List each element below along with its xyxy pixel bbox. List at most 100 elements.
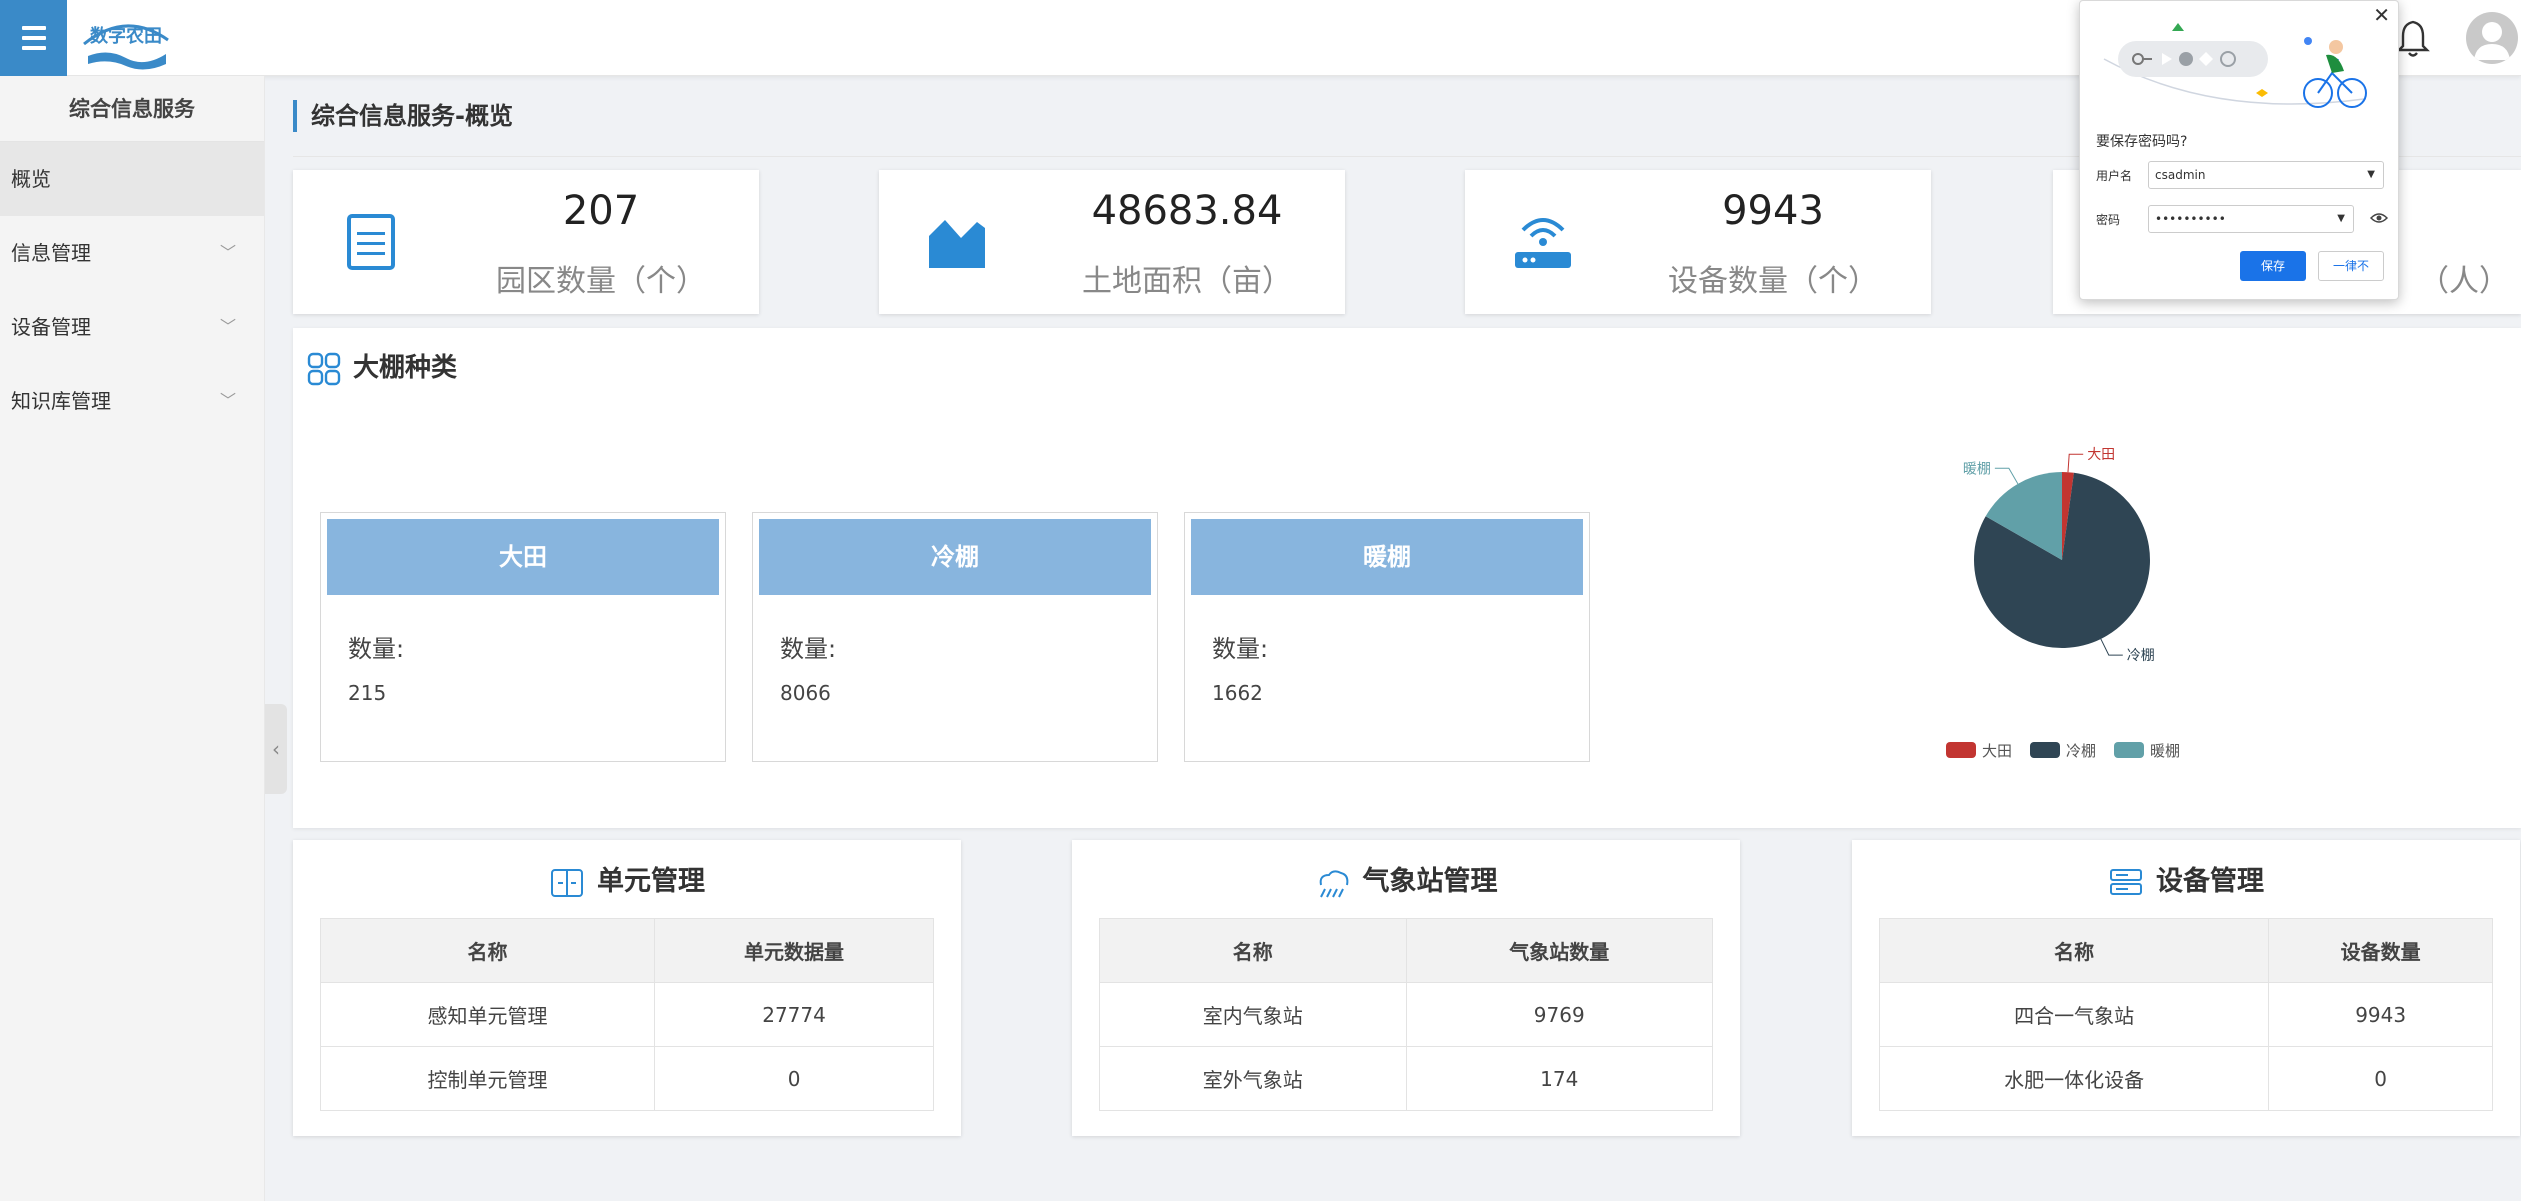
greenhouse-card-nuanpeng: 暖棚 数量: 1662 <box>1184 512 1590 762</box>
device-management-panel: 设备管理 名称 设备数量 四合一气象站 9943 水肥一体化设备 0 <box>1852 840 2520 1136</box>
quantity-label: 数量: <box>348 635 405 663</box>
legend-swatch <box>2114 742 2145 758</box>
table-row: 感知单元管理 27774 <box>319 982 934 1047</box>
unit-table: 名称 单元数据量 感知单元管理 27774 控制单元管理 0 <box>319 918 934 1111</box>
panel-title-text: 气象站管理 <box>1362 866 1498 897</box>
stat-label: 土地面积（亩） <box>1082 264 1292 299</box>
table-row: 控制单元管理 0 <box>319 1046 934 1111</box>
stat-label: 设备数量（个） <box>1668 264 1878 299</box>
table-cell: 感知单元管理 <box>319 982 656 1047</box>
table-cell: 174 <box>1405 1046 1713 1111</box>
user-avatar-icon[interactable] <box>2466 12 2518 64</box>
chart-legend: 大田 冷棚 暖棚 <box>1946 740 2192 760</box>
table-cell: 27774 <box>654 982 934 1047</box>
logo-text: 数字农田 <box>90 25 162 47</box>
dropdown-arrow-icon: ▼ <box>2367 169 2375 180</box>
server-list-icon <box>347 214 395 270</box>
area-chart-icon <box>929 220 985 268</box>
device-icon <box>2110 868 2142 895</box>
chevron-down-icon: ﹀ <box>219 317 236 336</box>
password-label: 密码 <box>2096 213 2121 227</box>
quantity-value: 1662 <box>1212 681 1263 705</box>
table-header-row: 名称 单元数据量 <box>319 918 934 983</box>
password-field[interactable]: •••••••••• ▼ <box>2148 205 2354 233</box>
table-header-cell: 单元数据量 <box>654 918 934 983</box>
table-row: 水肥一体化设备 0 <box>1878 1046 2493 1111</box>
greenhouse-card-header: 暖棚 <box>1191 519 1583 595</box>
sidebar-item-device-management[interactable]: 设备管理 ﹀ <box>0 290 264 364</box>
never-button[interactable]: 一律不 <box>2318 251 2384 281</box>
sidebar-item-knowledge-base[interactable]: 知识库管理 ﹀ <box>0 364 264 438</box>
sidebar-collapse-toggle[interactable]: ‹ <box>265 704 287 794</box>
table-cell: 9943 <box>2268 982 2493 1047</box>
page-title: 综合信息服务-概览 <box>293 100 513 132</box>
eye-icon[interactable] <box>2370 211 2388 225</box>
weather-station-table: 名称 气象站数量 室内气象站 9769 室外气象站 174 <box>1099 918 1713 1111</box>
table-header-cell: 设备数量 <box>2268 918 2493 983</box>
pie-label-line <box>2067 453 2084 473</box>
router-wifi-icon <box>1515 218 1571 268</box>
legend-item[interactable]: 大田 <box>1946 740 2012 761</box>
table-cell: 室外气象站 <box>1099 1046 1407 1111</box>
stat-card-parks: 207 园区数量（个） <box>293 170 759 314</box>
table-row: 室外气象站 174 <box>1099 1046 1713 1111</box>
password-value: •••••••••• <box>2155 212 2226 226</box>
sidebar-item-label: 设备管理 <box>11 315 91 339</box>
save-button[interactable]: 保存 <box>2240 251 2306 281</box>
quantity-value: 215 <box>348 681 387 705</box>
sidebar-item-label: 信息管理 <box>11 241 91 265</box>
pie-label: 暖棚 <box>1963 461 1991 477</box>
legend-item[interactable]: 暖棚 <box>2114 740 2180 761</box>
sidebar-item-label: 知识库管理 <box>11 389 111 413</box>
table-cell: 水肥一体化设备 <box>1878 1046 2270 1111</box>
quantity-value: 8066 <box>780 681 831 705</box>
greenhouse-card-datian: 大田 数量: 215 <box>320 512 726 762</box>
close-icon[interactable]: ✕ <box>2373 3 2390 27</box>
table-row: 室内气象站 9769 <box>1099 982 1713 1047</box>
sidebar-item-info-management[interactable]: 信息管理 ﹀ <box>0 216 264 290</box>
greenhouse-title: 大棚种类 <box>307 348 457 388</box>
stat-value: 48683.84 <box>1091 188 1283 234</box>
username-field[interactable]: csadmin ▼ <box>2148 161 2384 189</box>
table-header-row: 名称 设备数量 <box>1878 918 2493 983</box>
username-label: 用户名 <box>2096 169 2133 183</box>
stat-card-devices: 9943 设备数量（个） <box>1465 170 1931 314</box>
table-header-cell: 气象站数量 <box>1405 918 1713 983</box>
password-illustration <box>2103 23 2367 108</box>
panel-title: 单元管理 <box>293 864 961 900</box>
panel-title-text: 单元管理 <box>597 866 705 897</box>
greenhouse-pie-chart: 大田冷棚 暖棚 <box>1963 447 2155 664</box>
stat-card-land-area: 48683.84 土地面积（亩） <box>879 170 1345 314</box>
chevron-left-icon: ‹ <box>272 737 280 761</box>
table-cell: 控制单元管理 <box>319 1046 656 1111</box>
bell-icon[interactable] <box>2396 18 2430 58</box>
logo: 数字农田 <box>83 24 169 70</box>
table-header-row: 名称 气象站数量 <box>1099 918 1713 983</box>
legend-swatch <box>2030 742 2061 758</box>
stat-label: 园区数量（个） <box>496 264 706 299</box>
table-header-cell: 名称 <box>1878 918 2270 983</box>
username-value: csadmin <box>2155 168 2206 182</box>
greenhouse-card-header: 冷棚 <box>759 519 1151 595</box>
table-cell: 四合一气象站 <box>1878 982 2270 1047</box>
table-cell: 9769 <box>1405 982 1713 1047</box>
chevron-down-icon: ﹀ <box>219 391 236 410</box>
table-row: 四合一气象站 9943 <box>1878 982 2493 1047</box>
weather-station-icon <box>1319 869 1348 897</box>
unit-icon <box>551 868 583 897</box>
legend-item[interactable]: 冷棚 <box>2030 740 2096 761</box>
chevron-down-icon: ﹀ <box>219 243 236 262</box>
sidebar: 综合信息服务 概览 信息管理 ﹀ 设备管理 ﹀ 知识库管理 ﹀ <box>0 76 265 1201</box>
sidebar-item-label: 概览 <box>11 167 51 191</box>
hamburger-menu-button[interactable] <box>0 0 67 76</box>
table-cell: 0 <box>654 1046 934 1111</box>
legend-label: 暖棚 <box>2150 741 2181 760</box>
device-table: 名称 设备数量 四合一气象站 9943 水肥一体化设备 0 <box>1878 918 2493 1111</box>
greenhouse-title-text: 大棚种类 <box>353 353 458 383</box>
weather-station-panel: 气象站管理 名称 气象站数量 室内气象站 9769 室外气象站 174 <box>1072 840 1740 1136</box>
quantity-label: 数量: <box>1212 635 1269 663</box>
greenhouse-card-header: 大田 <box>327 519 719 595</box>
sidebar-item-overview[interactable]: 概览 <box>0 142 264 216</box>
hamburger-icon <box>21 26 46 30</box>
table-header-cell: 名称 <box>319 918 656 983</box>
